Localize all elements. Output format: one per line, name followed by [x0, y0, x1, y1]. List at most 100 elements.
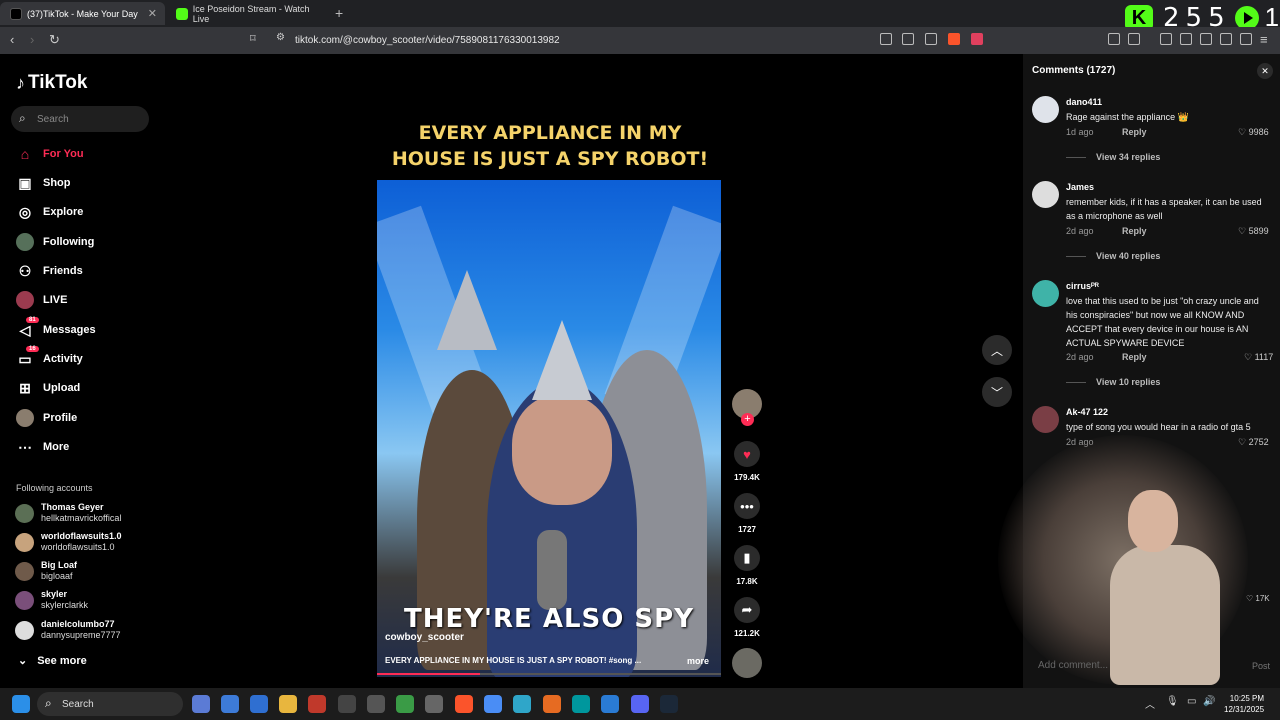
- see-more-button[interactable]: ⌄ See more: [18, 654, 87, 667]
- comment-user[interactable]: James: [1066, 182, 1094, 192]
- brave-rewards-icon[interactable]: [971, 33, 983, 45]
- steam-icon[interactable]: [660, 695, 678, 713]
- extensions-icon[interactable]: [1108, 33, 1120, 45]
- comment-user[interactable]: cirrusᴾᴿ: [1066, 281, 1099, 291]
- tray-chevron-icon[interactable]: ︿: [1145, 696, 1155, 711]
- video-progress-bar[interactable]: [377, 673, 721, 675]
- sidebar-item-live[interactable]: LIVE: [16, 289, 67, 311]
- comment-like-button[interactable]: ♡ 2752: [1238, 437, 1269, 448]
- close-icon[interactable]: ✕: [1257, 63, 1273, 79]
- more-button[interactable]: more: [687, 656, 709, 666]
- reply-button[interactable]: Reply: [1122, 352, 1147, 362]
- url-field[interactable]: tiktok.com/@cowboy_scooter/video/7589081…: [295, 35, 560, 46]
- comment-like-button[interactable]: ♡ 1117: [1244, 352, 1273, 363]
- share-button[interactable]: ➦ 121.2K: [732, 597, 762, 638]
- sidebar-item-more[interactable]: ⋯ More: [16, 436, 69, 458]
- app-icon[interactable]: [250, 695, 268, 713]
- avatar[interactable]: [1032, 280, 1059, 307]
- volume-icon[interactable]: 🔊: [1203, 696, 1215, 707]
- reply-button[interactable]: Reply: [1122, 127, 1147, 137]
- add-comment-input[interactable]: Add comment...: [1038, 660, 1108, 671]
- sidebar-item-profile[interactable]: Profile: [16, 407, 77, 429]
- following-account[interactable]: skyler skylerclarkk: [15, 589, 88, 611]
- firefox-icon[interactable]: [543, 695, 561, 713]
- music-icon[interactable]: [1160, 33, 1172, 45]
- app-icon[interactable]: [425, 695, 443, 713]
- video-player[interactable]: THEY'RE ALSO SPY cowboy_scooter EVERY AP…: [377, 180, 721, 677]
- tab-tiktok[interactable]: (37)TikTok - Make Your Day ✕: [0, 2, 165, 25]
- save-button[interactable]: ▮ 17.8K: [732, 545, 762, 586]
- following-account[interactable]: Thomas Geyer hellkatmavrickoffical: [15, 502, 121, 524]
- sidebar-item-activity[interactable]: ▭ 16 Activity: [16, 346, 83, 370]
- creator-username[interactable]: cowboy_scooter: [385, 632, 464, 643]
- sidebar-item-upload[interactable]: ⊞ Upload: [16, 377, 80, 399]
- forward-icon[interactable]: ›: [30, 32, 34, 47]
- menu-icon[interactable]: ≡: [1260, 32, 1268, 47]
- sidebar-item-messages[interactable]: ◁ 81 Messages: [16, 317, 96, 341]
- next-video-button[interactable]: ﹀: [982, 377, 1012, 407]
- comment-user[interactable]: dano411: [1066, 97, 1102, 107]
- brave-icon[interactable]: [455, 695, 473, 713]
- wallet-icon[interactable]: [1128, 33, 1140, 45]
- view-replies-button[interactable]: View 34 replies: [1066, 152, 1160, 162]
- app-icon[interactable]: [338, 695, 356, 713]
- sidebar-item-following[interactable]: Following: [16, 231, 94, 253]
- app-icon[interactable]: [308, 695, 326, 713]
- following-account[interactable]: Big Loaf bigloaaf: [15, 560, 77, 582]
- comment-user[interactable]: Ak-47 122: [1066, 407, 1108, 417]
- following-account[interactable]: worldoflawsuits1.0 worldoflawsuits1.0: [15, 531, 122, 553]
- sidebar-item-shop[interactable]: ▣ Shop: [16, 172, 70, 194]
- mic-icon[interactable]: 🎙: [1166, 696, 1179, 707]
- bookmark-icon[interactable]: ⌑: [250, 32, 256, 45]
- site-settings-icon[interactable]: ⚙: [276, 32, 285, 43]
- comment-like-button[interactable]: ♡ 9986: [1238, 127, 1269, 138]
- avatar[interactable]: [1032, 181, 1059, 208]
- no-camera-icon[interactable]: [880, 33, 892, 45]
- file-explorer-icon[interactable]: [279, 695, 297, 713]
- sidebar-icon[interactable]: [1180, 33, 1192, 45]
- system-clock[interactable]: 10:25 PM 12/31/2025: [1224, 693, 1264, 715]
- reload-icon[interactable]: ↻: [49, 32, 60, 48]
- close-tab-icon[interactable]: ✕: [148, 7, 157, 20]
- vscode-icon[interactable]: [601, 695, 619, 713]
- brave-shield-icon[interactable]: [948, 33, 960, 45]
- shield-icon[interactable]: [1240, 33, 1252, 45]
- previous-video-button[interactable]: ︿: [982, 335, 1012, 365]
- cast-icon[interactable]: [902, 33, 914, 45]
- tiktok-logo[interactable]: ♪ TikTok: [16, 72, 87, 94]
- avatar[interactable]: [1032, 406, 1059, 433]
- windows-start-icon[interactable]: [12, 695, 30, 713]
- app-icon[interactable]: [396, 695, 414, 713]
- share-icon[interactable]: [925, 33, 937, 45]
- music-disc-icon[interactable]: [732, 648, 762, 678]
- edge-icon[interactable]: [513, 695, 531, 713]
- avatar[interactable]: [1032, 96, 1059, 123]
- discord-icon[interactable]: [631, 695, 649, 713]
- app-icon[interactable]: [192, 695, 210, 713]
- search-input[interactable]: ⌕ Search: [11, 106, 149, 132]
- taskbar-search[interactable]: ⌕ Search: [37, 692, 183, 716]
- sidebar-item-explore[interactable]: ◎ Explore: [16, 201, 83, 223]
- heart-icon: ♥: [734, 441, 760, 467]
- vpn-icon[interactable]: [1220, 33, 1232, 45]
- reply-button[interactable]: Reply: [1122, 226, 1147, 236]
- leo-icon[interactable]: [1200, 33, 1212, 45]
- view-replies-button[interactable]: View 40 replies: [1066, 251, 1160, 261]
- arduino-icon[interactable]: [572, 695, 590, 713]
- app-icon[interactable]: [221, 695, 239, 713]
- sidebar-item-for-you[interactable]: ⌂ For You: [16, 143, 84, 165]
- tab-ice-poseidon[interactable]: Ice Poseidon Stream - Watch Live: [166, 2, 326, 25]
- sidebar-item-friends[interactable]: ⚇ Friends: [16, 260, 83, 282]
- view-replies-button[interactable]: View 10 replies: [1066, 377, 1160, 387]
- back-icon[interactable]: ‹: [10, 32, 14, 47]
- chrome-icon[interactable]: [484, 695, 502, 713]
- app-icon[interactable]: [367, 695, 385, 713]
- following-account[interactable]: danielcolumbo77 dannysupreme7777: [15, 619, 121, 641]
- post-button[interactable]: Post: [1252, 661, 1270, 671]
- comment-like-button[interactable]: ♡ 5899: [1238, 226, 1269, 237]
- like-button[interactable]: ♥ 179.4K: [732, 441, 762, 482]
- network-icon[interactable]: ▭: [1187, 696, 1196, 707]
- comment-button[interactable]: ••• 1727: [732, 493, 762, 534]
- follow-plus-icon[interactable]: +: [741, 413, 754, 426]
- new-tab-button[interactable]: +: [335, 5, 343, 21]
